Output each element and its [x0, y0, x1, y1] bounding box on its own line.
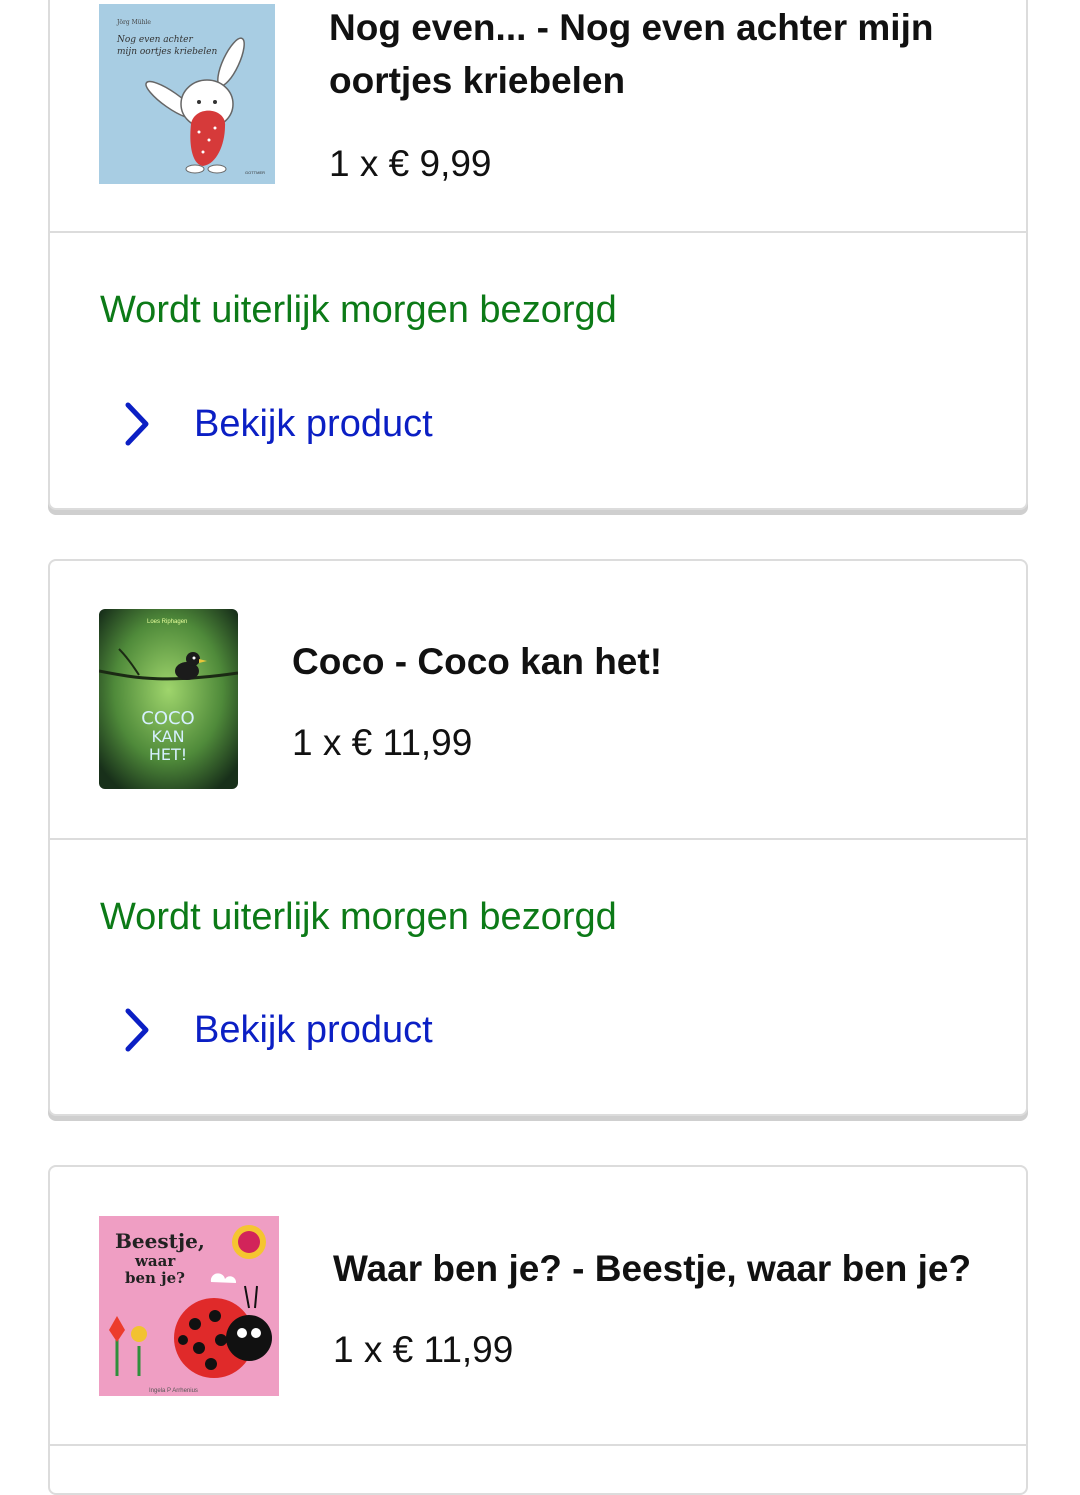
svg-text:Ingela P Arrhenius: Ingela P Arrhenius	[149, 1388, 198, 1394]
book-cover[interactable]: Jörg Mühle Nog even achter mijn oortjes …	[99, 4, 275, 184]
product-price: 1 x € 11,99	[333, 1329, 514, 1370]
delivery-status: Wordt uiterlijk morgen bezorgd	[100, 896, 617, 938]
svg-text:Nog even achter: Nog even achter	[116, 35, 193, 45]
product-price: 1 x € 11,99	[292, 722, 473, 763]
view-product-link[interactable]: Bekijk product	[100, 401, 433, 447]
svg-text:Jörg Mühle: Jörg Mühle	[116, 19, 151, 26]
svg-text:ben je?: ben je?	[125, 1269, 185, 1287]
order-card: Beestje, waar ben je? Ingela P Arrhenius…	[48, 1165, 1028, 1495]
svg-text:Beestje,: Beestje,	[115, 1229, 205, 1253]
product-title[interactable]: Coco - Coco kan het!	[292, 635, 972, 688]
divider	[50, 838, 1026, 840]
book-cover[interactable]: Loes Riphagen COCO KAN HET!	[99, 609, 238, 789]
svg-text:Loes Riphagen: Loes Riphagen	[147, 619, 187, 625]
chevron-right-icon	[114, 401, 160, 447]
order-card: Jörg Mühle Nog even achter mijn oortjes …	[48, 0, 1028, 510]
order-card: Loes Riphagen COCO KAN HET! Coco - Coco …	[48, 559, 1028, 1116]
svg-text:waar: waar	[134, 1252, 176, 1270]
chevron-right-icon	[114, 1007, 160, 1053]
svg-text:GOTTMER: GOTTMER	[245, 170, 265, 175]
svg-text:mijn oortjes kriebelen: mijn oortjes kriebelen	[117, 47, 217, 57]
delivery-status: Wordt uiterlijk morgen bezorgd	[100, 289, 617, 331]
product-title[interactable]: Nog even... - Nog even achter mijn oortj…	[329, 1, 989, 107]
divider	[50, 1444, 1026, 1446]
book-cover[interactable]: Beestje, waar ben je? Ingela P Arrhenius	[99, 1216, 279, 1396]
view-product-link[interactable]: Bekijk product	[100, 1007, 433, 1053]
product-title[interactable]: Waar ben je? - Beestje, waar ben je?	[333, 1242, 1013, 1295]
svg-text:COCO: COCO	[141, 708, 194, 729]
divider	[50, 231, 1026, 233]
view-product-label: Bekijk product	[194, 402, 433, 445]
product-price: 1 x € 9,99	[329, 143, 492, 184]
svg-text:HET!: HET!	[149, 745, 187, 764]
svg-text:KAN: KAN	[151, 727, 184, 746]
view-product-label: Bekijk product	[194, 1008, 433, 1051]
